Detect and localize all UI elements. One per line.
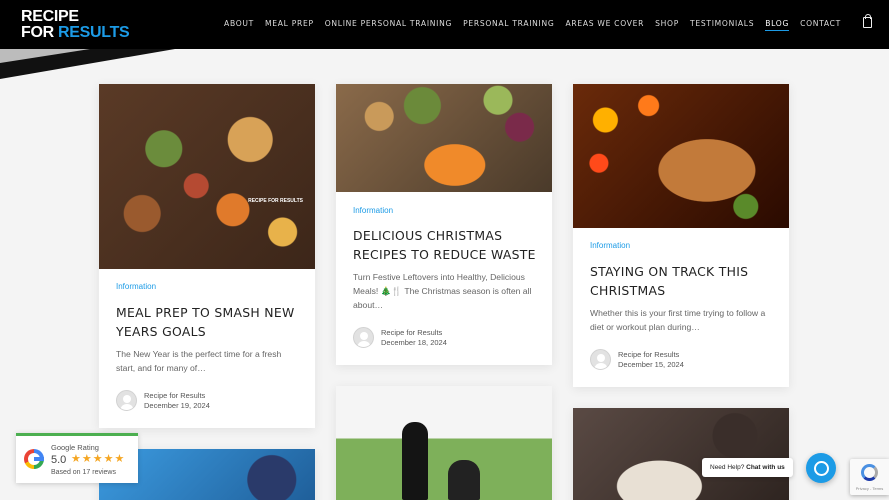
post-image[interactable] — [573, 408, 789, 500]
post-card[interactable] — [573, 408, 789, 500]
nav-shop[interactable]: SHOP — [655, 19, 679, 31]
main-nav: ABOUT MEAL PREP ONLINE PERSONAL TRAINING… — [224, 19, 841, 31]
review-count: Based on 17 reviews — [51, 469, 116, 476]
site-header: RECIPE FOR RESULTS ABOUT MEAL PREP ONLIN… — [0, 0, 889, 49]
post-meta: Recipe for Results December 18, 2024 — [381, 328, 447, 348]
nav-about[interactable]: ABOUT — [224, 19, 254, 31]
client-figure — [448, 460, 480, 500]
post-image[interactable]: RECIPE FOR RESULTS — [99, 84, 315, 269]
post-meta: Recipe for Results December 15, 2024 — [618, 350, 684, 370]
recaptcha-badge[interactable]: Privacy - Terms — [850, 459, 889, 495]
post-title[interactable]: STAYING ON TRACK THIS CHRISTMAS — [590, 262, 775, 300]
post-category[interactable]: Information — [116, 282, 156, 291]
post-title[interactable]: DELICIOUS CHRISTMAS RECIPES TO REDUCE WA… — [353, 226, 538, 264]
rating-label: Google Rating — [51, 443, 99, 452]
post-image[interactable] — [573, 84, 789, 228]
post-excerpt: Turn Festive Leftovers into Healthy, Del… — [353, 272, 532, 310]
post-author: Recipe for Results December 19, 2024 — [116, 390, 210, 411]
nav-blog[interactable]: BLOG — [765, 19, 790, 31]
image-brand-text: RECIPE FOR RESULTS — [248, 198, 303, 204]
nav-personal-training[interactable]: PERSONAL TRAINING — [463, 19, 554, 31]
author-name: Recipe for Results — [381, 327, 443, 337]
author-name: Recipe for Results — [144, 390, 206, 400]
author-name: Recipe for Results — [618, 349, 680, 359]
post-card[interactable]: RECIPE FOR RESULTS Information MEAL PREP… — [99, 84, 315, 428]
avatar — [590, 349, 611, 370]
rating-score: 5.0 — [51, 454, 67, 466]
whatsapp-chat-icon[interactable] — [806, 453, 836, 483]
post-category[interactable]: Information — [353, 206, 393, 215]
post-meta: Recipe for Results December 19, 2024 — [144, 391, 210, 411]
recaptcha-icon — [861, 464, 878, 481]
post-author: Recipe for Results December 18, 2024 — [353, 327, 447, 348]
post-date: December 15, 2024 — [618, 359, 684, 369]
site-logo[interactable]: RECIPE FOR RESULTS — [21, 8, 130, 41]
logo-line-1: RECIPE — [21, 8, 79, 25]
chat-prefix: Need Help? — [710, 464, 747, 471]
post-card[interactable] — [336, 386, 552, 500]
nav-contact[interactable]: CONTACT — [800, 19, 841, 31]
post-card[interactable]: Information STAYING ON TRACK THIS CHRIST… — [573, 84, 789, 387]
nav-areas-we-cover[interactable]: AREAS WE COVER — [565, 19, 644, 31]
nav-online-personal-training[interactable]: ONLINE PERSONAL TRAINING — [325, 19, 452, 31]
recaptcha-text[interactable]: Privacy - Terms — [850, 486, 889, 491]
post-category[interactable]: Information — [590, 241, 630, 250]
chat-prompt[interactable]: Need Help? Chat with us — [702, 458, 793, 477]
chat-label: Chat with us — [746, 464, 785, 471]
nav-meal-prep[interactable]: MEAL PREP — [265, 19, 314, 31]
logo-line-2: FOR RESULTS — [21, 24, 130, 41]
nav-testimonials[interactable]: TESTIMONIALS — [690, 19, 754, 31]
trainer-figure — [402, 422, 428, 500]
post-excerpt: Whether this is your first time trying t… — [590, 308, 766, 332]
post-excerpt: The New Year is the perfect time for a f… — [116, 349, 282, 373]
google-rating-badge[interactable]: Google Rating 5.0 ★★★★★ Based on 17 revi… — [16, 433, 138, 483]
post-date: December 19, 2024 — [144, 400, 210, 410]
post-title[interactable]: MEAL PREP TO SMASH NEW YEARS GOALS — [116, 303, 301, 341]
rating-stars: ★★★★★ — [71, 452, 126, 465]
post-image[interactable] — [336, 386, 552, 500]
post-author: Recipe for Results December 15, 2024 — [590, 349, 684, 370]
post-card[interactable]: Information DELICIOUS CHRISTMAS RECIPES … — [336, 84, 552, 365]
google-logo-icon — [24, 449, 44, 469]
header-decoration-accent — [0, 49, 90, 63]
shopping-bag-icon[interactable] — [863, 14, 872, 28]
post-date: December 18, 2024 — [381, 337, 447, 347]
avatar — [116, 390, 137, 411]
avatar — [353, 327, 374, 348]
post-image[interactable] — [336, 84, 552, 192]
